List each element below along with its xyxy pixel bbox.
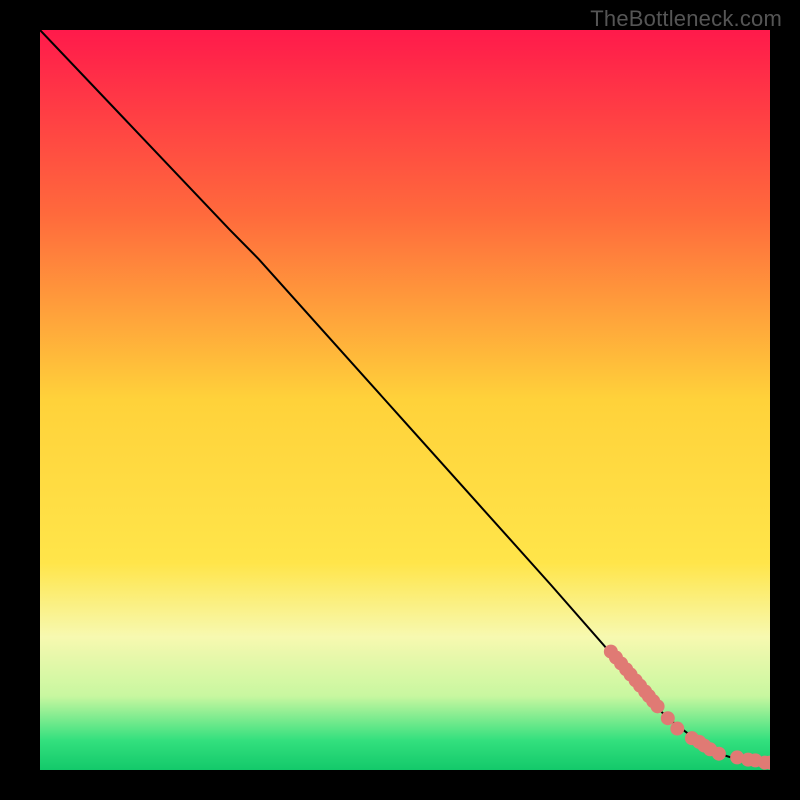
highlight-point: [670, 722, 684, 736]
gradient-background: [40, 30, 770, 770]
highlight-point: [651, 699, 665, 713]
highlight-point: [712, 747, 726, 761]
chart-container: TheBottleneck.com: [0, 0, 800, 800]
highlight-point: [661, 711, 675, 725]
plot-area: [40, 30, 770, 770]
chart-svg: [40, 30, 770, 770]
watermark-text: TheBottleneck.com: [590, 6, 782, 32]
